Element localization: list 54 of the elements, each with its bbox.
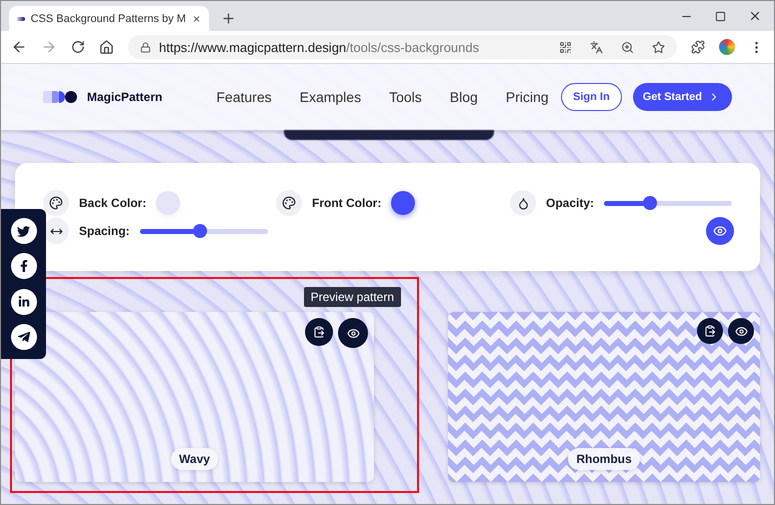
maximize-icon[interactable]	[715, 10, 726, 22]
control-label: Back Color:	[79, 196, 146, 210]
star-icon[interactable]	[652, 40, 665, 54]
pattern-name: Wavy	[171, 448, 218, 470]
nav-link[interactable]: Pricing	[506, 89, 549, 105]
logo-text: MagicPattern	[87, 90, 162, 104]
palette-icon	[282, 196, 296, 210]
translate-icon[interactable]	[590, 40, 603, 54]
eye-icon	[346, 326, 360, 340]
droplet-icon	[516, 196, 530, 210]
profile-icon[interactable]	[719, 39, 735, 55]
color-swatch[interactable]	[156, 191, 180, 215]
preview-button[interactable]	[338, 318, 368, 348]
sign-in-button[interactable]: Sign In	[561, 83, 622, 111]
control-label: Front Color:	[312, 196, 382, 210]
tooltip: Preview pattern	[304, 287, 401, 307]
address-bar[interactable]: https://www.magicpattern.design/tools/css-backgrounds	[128, 35, 677, 59]
home-icon[interactable]	[99, 40, 114, 54]
lock-icon	[140, 42, 151, 52]
nav-link[interactable]: Blog	[450, 89, 478, 105]
slider-thumb[interactable]	[643, 196, 658, 210]
pattern-name: Rhombus	[568, 448, 640, 470]
nav-link[interactable]: Features	[216, 89, 272, 105]
telegram-icon[interactable]	[10, 324, 36, 350]
twitter-icon[interactable]	[10, 218, 36, 244]
color-swatch[interactable]	[391, 191, 416, 215]
qr-code-icon[interactable]	[559, 40, 572, 54]
control-label: Spacing:	[79, 224, 130, 238]
preview-button[interactable]	[728, 318, 754, 344]
logo-icon	[43, 91, 79, 103]
palette-icon	[49, 196, 63, 210]
control-label: Opacity:	[546, 196, 594, 210]
eye-icon	[713, 224, 727, 238]
nav-link[interactable]: Tools	[389, 89, 422, 105]
clipboard-icon	[704, 325, 716, 337]
favicon-icon	[17, 16, 25, 20]
zoom-icon[interactable]	[621, 40, 634, 54]
new-tab-icon[interactable]	[221, 11, 236, 26]
linkedin-icon[interactable]	[10, 288, 36, 315]
get-started-button[interactable]: Get Started	[632, 83, 732, 111]
slider-track[interactable]	[140, 228, 268, 234]
reload-icon[interactable]	[71, 40, 85, 54]
clipboard-icon	[313, 326, 325, 338]
slider-track[interactable]	[604, 200, 732, 206]
browser-tab[interactable]: CSS Background Patterns by M	[9, 6, 209, 31]
back-icon[interactable]	[11, 39, 27, 55]
eye-icon	[734, 324, 748, 338]
extensions-icon[interactable]	[691, 40, 705, 54]
copy-button[interactable]	[305, 318, 333, 346]
slider-thumb[interactable]	[192, 224, 207, 238]
close-icon[interactable]	[748, 9, 762, 23]
copy-button[interactable]	[697, 318, 723, 344]
nav-link[interactable]: Examples	[300, 89, 362, 105]
facebook-icon[interactable]	[10, 253, 36, 280]
